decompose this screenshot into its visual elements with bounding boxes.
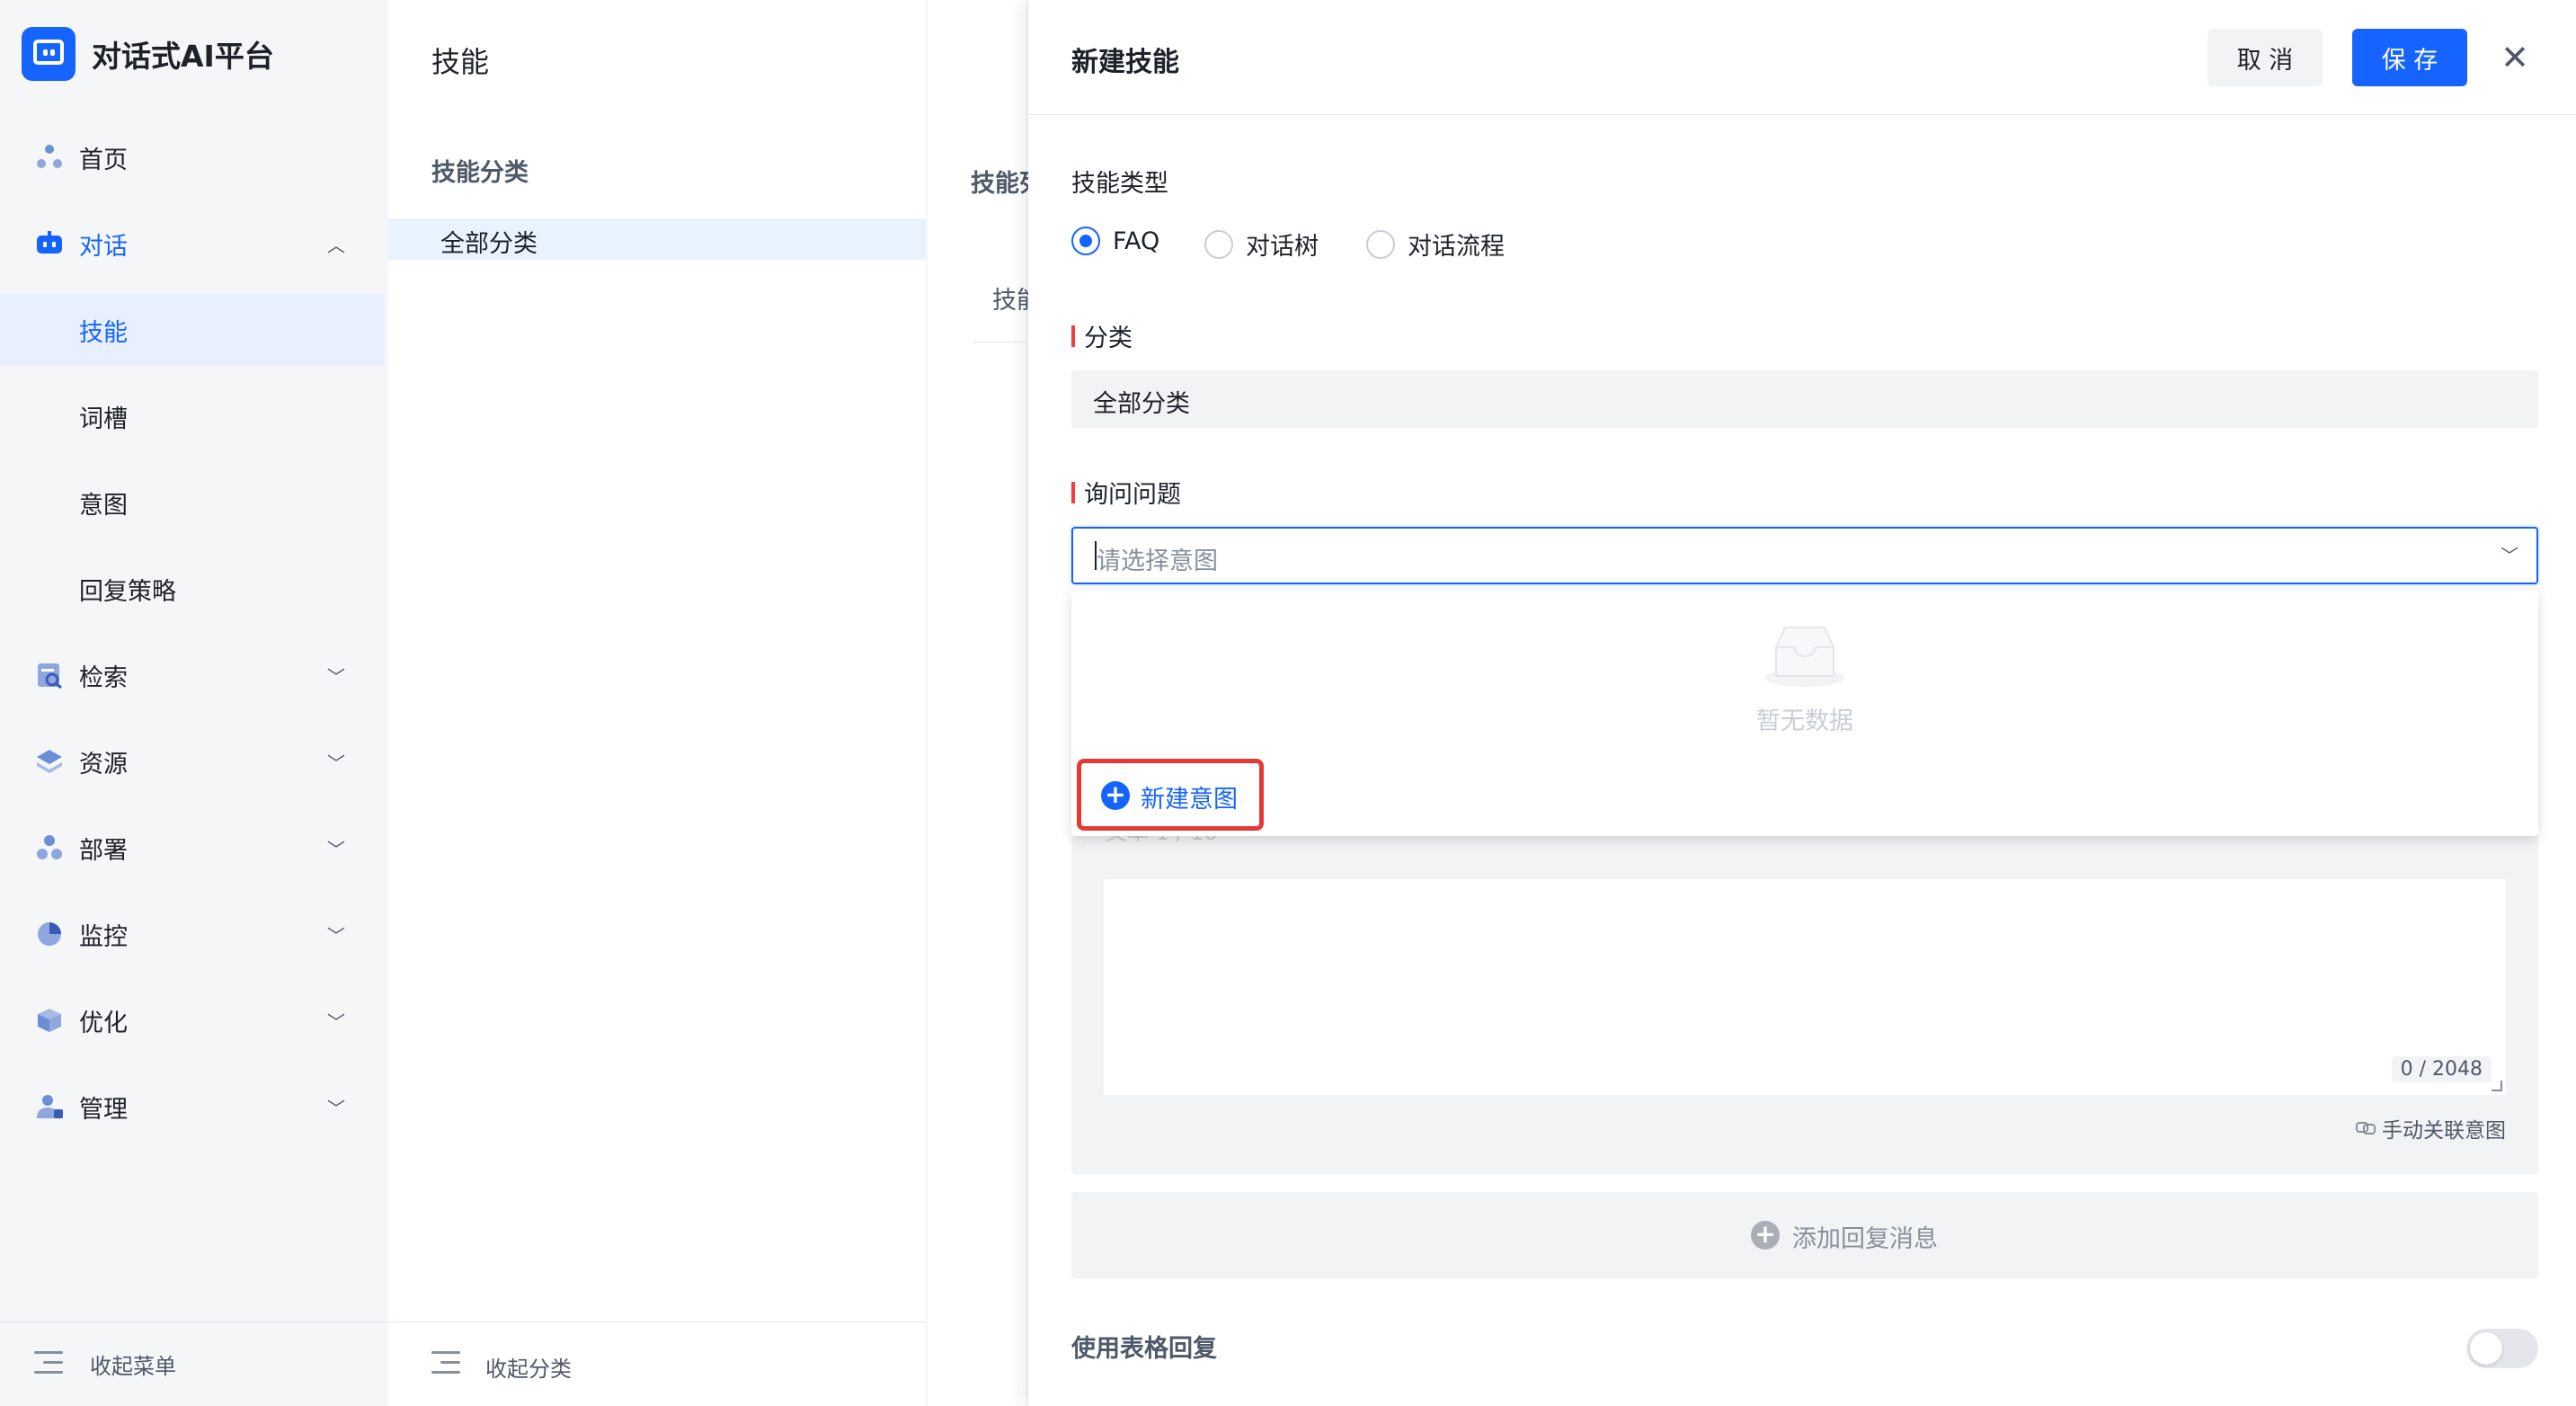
chevron-down-icon: ﹀ xyxy=(327,752,345,774)
nav-label: 资源 xyxy=(79,750,128,779)
save-button[interactable]: 保 存 xyxy=(2352,29,2467,86)
intent-select-placeholder: 请选择意图 xyxy=(1097,547,1218,575)
chevron-down-icon: ﹀ xyxy=(2500,545,2518,566)
radio-label: 对话流程 xyxy=(1408,233,1505,261)
collapse-menu-label: 收起菜单 xyxy=(90,1354,176,1379)
home-icon xyxy=(37,145,62,168)
nav-label: 部署 xyxy=(79,836,128,865)
cube-icon xyxy=(38,1009,61,1032)
nav-label: 检索 xyxy=(79,663,128,692)
new-intent-button[interactable]: + 新建意图 xyxy=(1077,759,1264,831)
category-section-title: 技能分类 xyxy=(431,159,529,187)
radio-dialog-tree[interactable]: 对话树 xyxy=(1204,227,1319,262)
nav-item-resource[interactable]: 资源 ﹀ xyxy=(0,725,385,797)
table-reply-toggle[interactable] xyxy=(2466,1329,2538,1368)
manual-link-label: 手动关联意图 xyxy=(2382,1119,2506,1143)
nav-label: 优化 xyxy=(79,1009,128,1037)
cluster-icon xyxy=(37,835,62,859)
user-manage-icon xyxy=(37,1095,63,1118)
intent-dropdown: 暂无数据 + 新建意图 xyxy=(1071,590,2538,836)
question-field-label: 询问问题 xyxy=(1071,475,1181,510)
logo-icon xyxy=(22,27,76,81)
radio-label: FAQ xyxy=(1113,227,1160,255)
reply-textarea[interactable]: 0 / 2048 xyxy=(1104,879,2506,1095)
category-item-all[interactable]: 全部分类 xyxy=(388,218,926,260)
search-doc-icon xyxy=(38,663,62,690)
nav-item-deploy[interactable]: 部署 ﹀ xyxy=(0,812,385,884)
add-reply-label: 添加回复消息 xyxy=(1792,1225,1938,1253)
nav-item-manage[interactable]: 管理 ﹀ xyxy=(0,1071,385,1143)
radio-dot xyxy=(1071,227,1100,255)
chevron-down-icon: ﹀ xyxy=(327,1097,345,1119)
cancel-button[interactable]: 取 消 xyxy=(2207,29,2323,86)
chevron-up-icon: ︿ xyxy=(327,234,345,256)
plus-circle-icon: + xyxy=(1751,1221,1780,1250)
nav-label: 技能 xyxy=(79,318,128,347)
nav-label: 管理 xyxy=(79,1095,128,1124)
chevron-down-icon: ﹀ xyxy=(327,665,345,688)
chevron-down-icon: ﹀ xyxy=(327,924,345,947)
nav-item-optimize[interactable]: 优化 ﹀ xyxy=(0,984,385,1056)
category-panel: 技能 技能分类 全部分类 收起分类 xyxy=(388,0,926,1406)
radio-faq[interactable]: FAQ xyxy=(1071,227,1159,255)
new-skill-drawer: 新建技能 取 消 保 存 ✕ 技能类型 FAQ 对话树 对话流程 分类 全部分类… xyxy=(1028,0,2576,1406)
chevron-down-icon: ﹀ xyxy=(327,1010,345,1033)
plus-circle-icon: + xyxy=(1101,781,1130,810)
side-nav: 对话式AI平台 首页 对话 ︿ 技能 词槽 意图 回复策略 检索 ﹀ 资源 ﹀ … xyxy=(0,0,386,1406)
app-logo[interactable]: 对话式AI平台 xyxy=(22,27,274,81)
nav-item-dialog[interactable]: 对话 ︿ xyxy=(0,208,385,280)
app-name: 对话式AI平台 xyxy=(92,39,274,74)
nav-label: 对话 xyxy=(79,232,128,261)
collapse-menu-icon xyxy=(34,1351,63,1376)
collapse-category-icon xyxy=(431,1351,460,1376)
category-item-label: 全部分类 xyxy=(440,230,537,258)
pie-chart-icon xyxy=(38,922,61,946)
nav-item-intent[interactable]: 意图 xyxy=(0,467,385,538)
collapse-menu-button[interactable]: 收起菜单 xyxy=(0,1321,386,1406)
nav-item-reply-strategy[interactable]: 回复策略 xyxy=(0,553,385,625)
radio-dot xyxy=(1204,229,1233,259)
chevron-down-icon: ﹀ xyxy=(327,838,345,860)
collapse-category-label: 收起分类 xyxy=(485,1357,572,1382)
nav-item-search[interactable]: 检索 ﹀ xyxy=(0,639,385,711)
radio-label: 对话树 xyxy=(1246,233,1319,261)
drawer-title: 新建技能 xyxy=(1071,47,1179,78)
nav-item-home[interactable]: 首页 xyxy=(0,121,385,193)
page-title: 技能 xyxy=(431,45,490,79)
nav-item-slot[interactable]: 词槽 xyxy=(0,380,385,452)
category-field-value: 全部分类 xyxy=(1093,390,1190,418)
nav-item-skill[interactable]: 技能 xyxy=(0,294,385,366)
link-icon xyxy=(2356,1122,2376,1135)
nav-label: 回复策略 xyxy=(79,577,176,606)
empty-text: 暂无数据 xyxy=(1756,707,1853,735)
nav-label: 意图 xyxy=(79,491,128,520)
divider xyxy=(973,342,1026,343)
category-field-label: 分类 xyxy=(1071,318,1133,353)
resize-handle[interactable] xyxy=(2492,1081,2502,1091)
intent-select[interactable]: 请选择意图 ﹀ xyxy=(1071,527,2538,584)
skill-type-label: 技能类型 xyxy=(1071,170,1168,198)
nav-label: 首页 xyxy=(79,146,128,174)
manual-link-intent-button[interactable]: 手动关联意图 xyxy=(2355,1113,2506,1143)
empty-inbox-icon xyxy=(1765,627,1844,687)
skill-list-partial: 技能列 技能 xyxy=(928,0,1044,1406)
nav-label: 监控 xyxy=(79,922,128,951)
radio-dot xyxy=(1366,229,1395,259)
close-icon[interactable]: ✕ xyxy=(2495,38,2535,77)
add-reply-button[interactable]: + 添加回复消息 xyxy=(1071,1192,2538,1278)
layers-icon xyxy=(37,750,62,773)
char-counter: 0 / 2048 xyxy=(2391,1056,2492,1082)
nav-item-monitor[interactable]: 监控 ﹀ xyxy=(0,898,385,970)
radio-dialog-flow[interactable]: 对话流程 xyxy=(1366,227,1505,262)
table-reply-label: 使用表格回复 xyxy=(1071,1335,1217,1363)
category-field[interactable]: 全部分类 xyxy=(1071,370,2538,428)
drawer-header: 新建技能 取 消 保 存 ✕ xyxy=(1028,0,2576,115)
collapse-category-button[interactable]: 收起分类 xyxy=(388,1321,926,1406)
chat-bot-icon xyxy=(37,231,62,254)
nav-label: 词槽 xyxy=(79,405,128,433)
new-intent-label: 新建意图 xyxy=(1141,786,1238,814)
reply-message-card: 文本 1 / 10 0 / 2048 手动关联意图 xyxy=(1071,809,2538,1174)
